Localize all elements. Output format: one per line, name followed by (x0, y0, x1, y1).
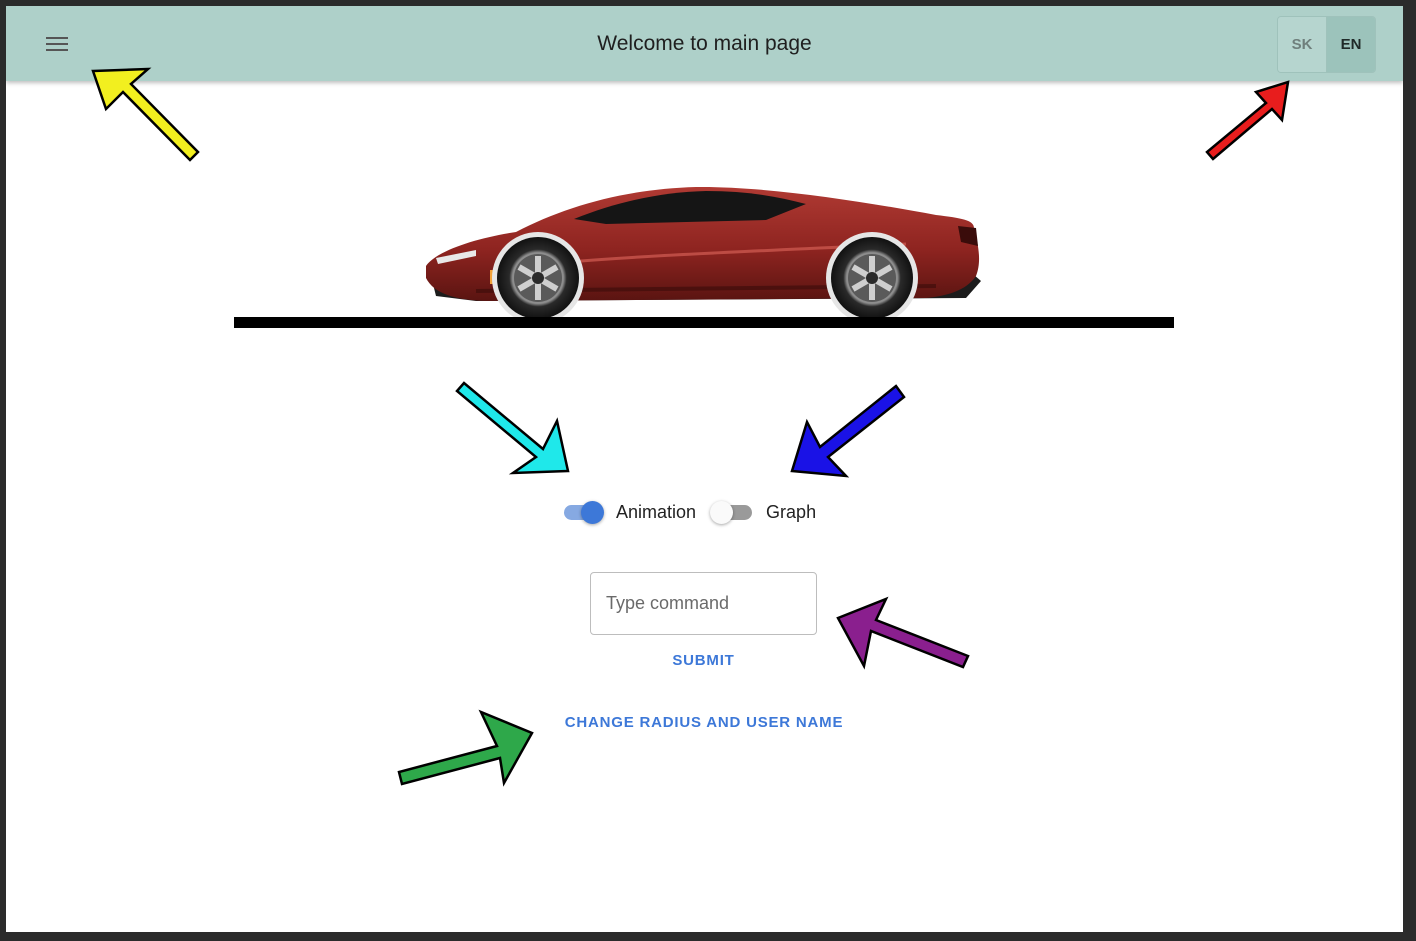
animation-switch[interactable] (560, 496, 606, 528)
view-toggles: Animation Graph (560, 496, 830, 528)
cyan-arrow-icon (455, 381, 570, 475)
graph-switch-thumb (710, 501, 734, 524)
language-toggle: SK EN (1277, 16, 1376, 73)
animation-label: Animation (616, 501, 697, 522)
red-arrow-icon (1205, 80, 1290, 161)
animation-switch-thumb (581, 501, 604, 524)
page-title: Welcome to main page (597, 32, 812, 55)
graph-switch[interactable] (710, 496, 756, 528)
green-arrow-icon (397, 709, 534, 787)
change-radius-and-user-name-button[interactable]: CHANGE RADIUS AND USER NAME (526, 712, 882, 732)
rear-wheel (831, 237, 913, 319)
app-window: Welcome to main page SK EN Animation Gra… (6, 6, 1403, 932)
submit-button[interactable]: SUBMIT (590, 650, 817, 670)
purple-arrow-icon (836, 596, 970, 670)
yellow-arrow-icon (91, 67, 200, 162)
road-line (234, 317, 1174, 328)
menu-button[interactable] (42, 30, 72, 58)
front-wheel (497, 237, 579, 319)
hamburger-menu-icon (46, 37, 68, 51)
graph-label: Graph (766, 501, 817, 522)
blue-arrow-icon (790, 384, 906, 478)
annotation-arrows (91, 67, 1290, 787)
command-input[interactable] (590, 572, 817, 635)
car-scene (426, 186, 981, 324)
language-sk-button[interactable]: SK (1278, 17, 1327, 72)
top-app-bar: Welcome to main page SK EN (6, 6, 1403, 81)
language-en-button[interactable]: EN (1327, 17, 1375, 72)
red-sports-car-image (426, 186, 981, 324)
